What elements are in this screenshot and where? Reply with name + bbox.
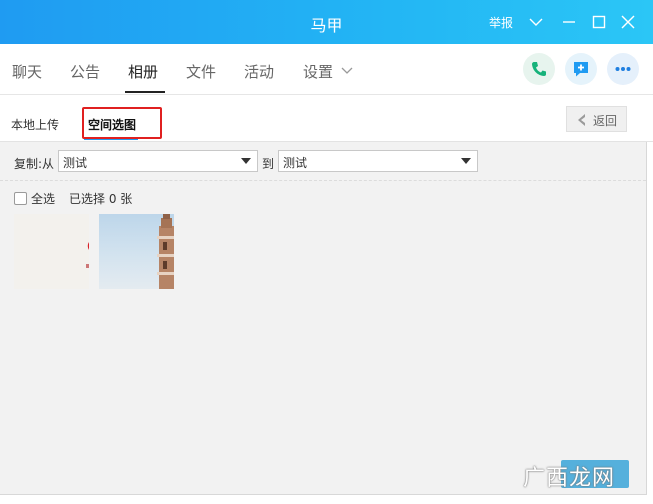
- photo-image: [86, 242, 89, 268]
- source-album-value: 测试: [63, 156, 88, 170]
- divider: [0, 180, 646, 181]
- maximize-icon[interactable]: [592, 14, 606, 30]
- tab-activity[interactable]: 活动: [244, 61, 274, 82]
- album-window: 马甲 举报 聊天 公告 相册 文件 活动 设置 本地上传 空间选图 返回 复制:…: [0, 0, 653, 504]
- photo-thumbnail[interactable]: [14, 214, 89, 289]
- title-bar: 马甲 举报: [0, 0, 653, 44]
- main-tab-bar: 聊天 公告 相册 文件 活动 设置: [0, 44, 653, 95]
- watermark-text: 广西龙网: [523, 466, 616, 491]
- photo-thumbnail[interactable]: [99, 214, 174, 289]
- chevron-left-icon: [578, 114, 585, 126]
- phone-icon: [532, 62, 546, 76]
- target-album-select[interactable]: 测试: [278, 150, 478, 172]
- tab-local-upload[interactable]: 本地上传: [11, 116, 59, 133]
- call-button[interactable]: [523, 53, 555, 85]
- photo-image: [157, 214, 174, 289]
- back-label: 返回: [593, 114, 618, 128]
- selected-count: 已选择 0 张: [69, 192, 133, 206]
- report-button[interactable]: 举报: [489, 14, 513, 31]
- select-all-label[interactable]: 全选: [31, 190, 55, 207]
- tab-settings[interactable]: 设置: [303, 61, 333, 82]
- copy-to-label: 到: [262, 157, 275, 171]
- close-icon[interactable]: [621, 14, 635, 30]
- dropdown-arrow-icon: [241, 158, 251, 164]
- window-title: 马甲: [310, 16, 343, 35]
- target-album-value: 测试: [283, 156, 308, 170]
- minimize-icon[interactable]: [562, 14, 576, 30]
- chevron-down-icon[interactable]: [528, 14, 544, 30]
- copy-from-label: 复制:从: [14, 157, 55, 171]
- tab-files[interactable]: 文件: [186, 61, 216, 82]
- source-album-select[interactable]: 测试: [58, 150, 258, 172]
- message-add-icon: [574, 62, 588, 77]
- more-icon: [615, 67, 631, 71]
- select-all-checkbox[interactable]: [14, 192, 27, 205]
- settings-chevron-down-icon[interactable]: [341, 66, 353, 76]
- dropdown-arrow-icon: [461, 158, 471, 164]
- new-message-button[interactable]: [565, 53, 597, 85]
- back-button[interactable]: 返回: [566, 106, 627, 132]
- album-subtab-bar: 本地上传 空间选图 返回: [0, 95, 653, 142]
- highlight-box: [82, 107, 162, 139]
- tab-announcement[interactable]: 公告: [70, 61, 100, 82]
- tab-album[interactable]: 相册: [128, 61, 158, 82]
- tab-chat[interactable]: 聊天: [12, 61, 42, 82]
- watermark: 广西龙网: [521, 460, 641, 492]
- active-tab-indicator: [125, 91, 165, 93]
- more-button[interactable]: [607, 53, 639, 85]
- album-content: 复制:从 测试 到 测试 全选 已选择 0 张: [0, 142, 647, 495]
